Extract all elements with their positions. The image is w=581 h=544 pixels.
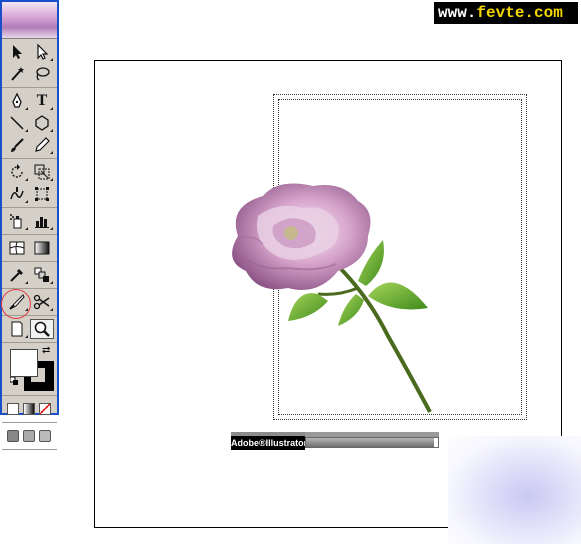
color-mode-icon[interactable]: [7, 403, 19, 415]
blend-tool-blend-icon[interactable]: [30, 265, 54, 285]
screen-mode-row: [2, 423, 57, 450]
full-screen-menu-mode-icon[interactable]: [23, 430, 35, 442]
drawing-group: T: [2, 88, 57, 159]
mesh-gradient-group: [2, 235, 57, 262]
watermark-domain: fevte.com: [476, 4, 563, 22]
color-mode-row: [2, 396, 57, 423]
warp-tool-warp-icon[interactable]: [5, 184, 29, 204]
fill-swatch[interactable]: [10, 349, 38, 377]
type-glyph: T: [36, 92, 48, 109]
toolbox: T ⇄: [0, 0, 59, 450]
watermark-www: www.: [438, 4, 477, 22]
symbol-sprayer-tool-sprayer-icon[interactable]: [5, 211, 29, 231]
paintbrush-tool-brush-icon[interactable]: [5, 135, 29, 155]
rose-artwork[interactable]: [218, 176, 448, 416]
watermark: www. fevte.com: [434, 2, 578, 24]
scissors-tool-scissors-icon[interactable]: [30, 292, 54, 312]
standard-screen-mode-icon[interactable]: [7, 430, 19, 442]
toolbox-header-flower-icon[interactable]: [2, 2, 57, 39]
symbol-graph-group: [2, 208, 57, 235]
direct-selection-tool-hollow-arrow-icon[interactable]: [30, 42, 54, 62]
slice-scissors-group: [2, 289, 57, 316]
graph-tool-bar-graph-icon[interactable]: [30, 211, 54, 231]
decorative-glow: [448, 436, 581, 544]
scale-tool-scale-icon[interactable]: [30, 162, 54, 182]
illustrator-splash-logo: Adobe®Illustrator®: [231, 436, 314, 450]
free-transform-tool-free-transform-icon[interactable]: [30, 184, 54, 204]
page-tool-page-icon[interactable]: [5, 319, 29, 339]
lasso-tool-lasso-icon[interactable]: [30, 64, 54, 84]
pen-tool-pen-icon[interactable]: [5, 91, 29, 111]
selection-group: [2, 39, 57, 88]
none-mode-icon[interactable]: [39, 403, 51, 415]
polygon-tool-polygon-icon[interactable]: [30, 113, 54, 133]
pencil-tool-pencil-icon[interactable]: [30, 135, 54, 155]
eyedropper-blend-group: [2, 262, 57, 289]
line-tool-line-icon[interactable]: [5, 113, 29, 133]
gradient-mode-icon[interactable]: [23, 403, 35, 415]
fill-stroke-area: ⇄: [2, 343, 57, 396]
eyedropper-tool-eyedropper-icon[interactable]: [5, 265, 29, 285]
loading-progress-fill: [306, 438, 435, 447]
rotate-tool-rotate-icon[interactable]: [5, 162, 29, 182]
default-colors-icon[interactable]: [10, 377, 19, 386]
full-screen-mode-icon[interactable]: [39, 430, 51, 442]
gradient-tool-gradient-icon[interactable]: [30, 238, 54, 258]
magic-wand-tool-magic-wand-icon[interactable]: [5, 64, 29, 84]
loading-progress-bar: [305, 437, 439, 448]
page-zoom-group: [2, 316, 57, 343]
slice-tool-knife-icon[interactable]: [5, 292, 29, 312]
mesh-tool-mesh-icon[interactable]: [5, 238, 29, 258]
selection-tool-arrow-icon[interactable]: [5, 42, 29, 62]
zoom-tool-magnifier-icon[interactable]: [30, 319, 54, 339]
type-tool-type-icon[interactable]: T: [30, 91, 54, 111]
swap-fill-stroke-icon[interactable]: ⇄: [42, 345, 50, 356]
transform-group: [2, 159, 57, 208]
